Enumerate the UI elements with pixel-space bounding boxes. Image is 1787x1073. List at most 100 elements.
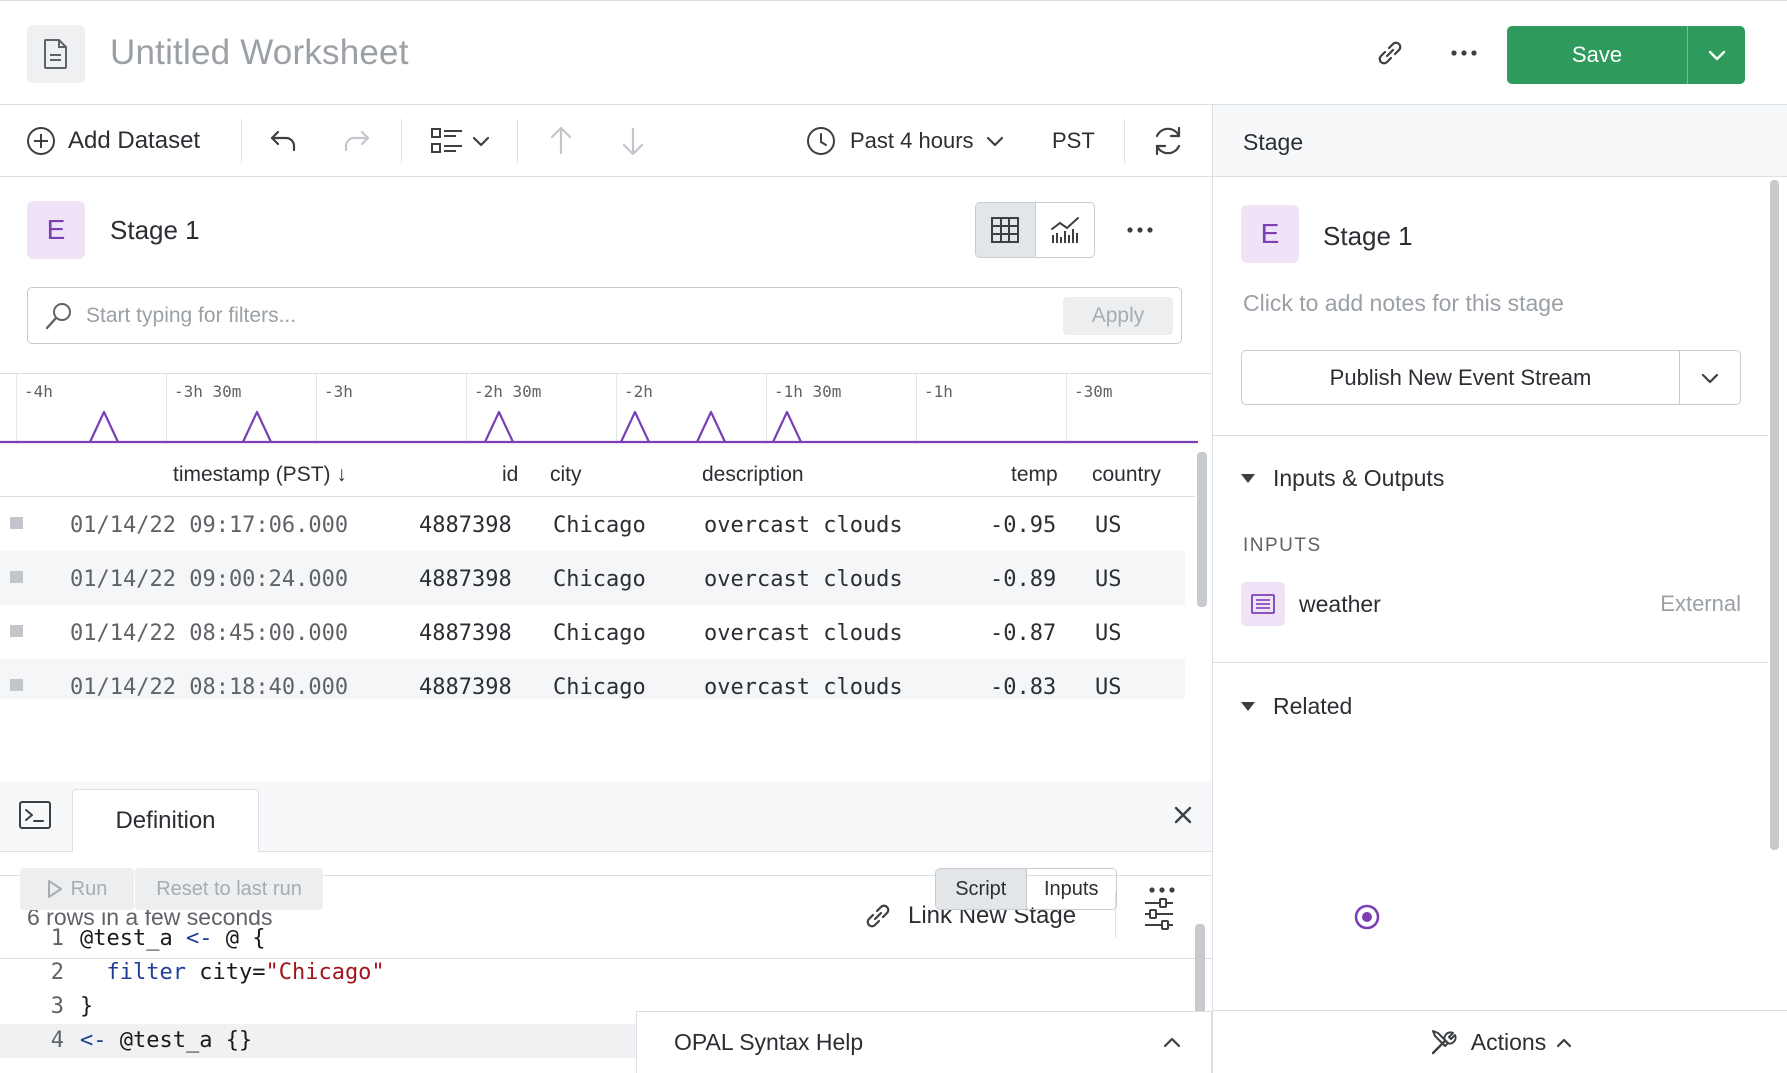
list-layout-icon <box>431 128 462 153</box>
reset-to-last-run-button[interactable]: Reset to last run <box>135 868 323 910</box>
opal-syntax-help-panel[interactable]: OPAL Syntax Help <box>636 1011 1212 1073</box>
definition-tabbar: Definition <box>0 782 1212 853</box>
caret-down-icon <box>1241 702 1255 711</box>
inputs-outputs-section-toggle[interactable]: Inputs & Outputs <box>1241 465 1444 492</box>
share-link-icon[interactable] <box>1370 33 1410 73</box>
refresh-icon[interactable] <box>1151 105 1185 177</box>
code-text: <- @test_a {} <box>80 1028 253 1053</box>
cell-country: US <box>1095 621 1122 646</box>
add-dataset-label: Add Dataset <box>68 127 201 154</box>
dataset-icon <box>1241 582 1285 626</box>
worksheet-title[interactable]: Untitled Worksheet <box>110 33 409 73</box>
target-icon[interactable] <box>1353 903 1381 936</box>
cell-description: overcast clouds <box>704 567 903 592</box>
section-divider <box>1213 435 1768 436</box>
column-header-country[interactable]: country <box>1092 463 1161 487</box>
save-button-group: Save <box>1507 26 1745 84</box>
chevron-up-icon <box>1163 1037 1181 1047</box>
table-row[interactable]: 01/14/22 09:17:06.000 4887398 Chicago ov… <box>0 497 1185 551</box>
definition-more-options-icon[interactable] <box>1142 870 1182 910</box>
tab-definition[interactable]: Definition <box>72 789 259 853</box>
cell-city: Chicago <box>553 513 646 538</box>
cell-city: Chicago <box>553 675 646 699</box>
script-inputs-toggle: Script Inputs <box>935 868 1117 910</box>
code-text: @test_a <- @ { <box>80 926 266 951</box>
cell-country: US <box>1095 513 1122 538</box>
stage-name[interactable]: Stage 1 <box>1323 221 1413 252</box>
chevron-down-icon[interactable] <box>1680 351 1740 404</box>
table-row[interactable]: 01/14/22 08:45:00.000 4887398 Chicago ov… <box>0 605 1185 659</box>
console-icon[interactable] <box>18 799 52 836</box>
search-icon <box>45 302 71 329</box>
more-options-icon[interactable] <box>1444 33 1484 73</box>
tools-icon <box>1431 1030 1457 1055</box>
histogram-spike <box>242 410 272 443</box>
histogram-spike <box>484 410 514 443</box>
close-icon[interactable] <box>1168 800 1198 830</box>
save-options-chevron-down-icon[interactable] <box>1688 26 1745 84</box>
undo-icon[interactable] <box>268 105 300 177</box>
column-header-temp[interactable]: temp <box>1011 463 1058 487</box>
table-scrollbar[interactable] <box>1197 452 1207 607</box>
line-number: 3 <box>50 994 64 1019</box>
related-section-toggle[interactable]: Related <box>1241 693 1352 720</box>
stage-notes-field[interactable]: Click to add notes for this stage <box>1243 290 1564 317</box>
inputs-mode-button[interactable]: Inputs <box>1027 869 1117 909</box>
apply-filter-button[interactable]: Apply <box>1063 296 1173 335</box>
input-dataset-type: External <box>1660 591 1741 616</box>
cell-temp: -0.95 <box>990 513 1057 538</box>
cell-country: US <box>1095 675 1122 699</box>
cell-id: 4887398 <box>419 621 512 646</box>
table-view-icon[interactable] <box>976 203 1036 257</box>
row-marker <box>10 517 23 529</box>
stage-more-options-icon[interactable] <box>1120 210 1160 250</box>
code-text: filter city="Chicago" <box>106 960 385 985</box>
column-header-timestamp[interactable]: timestamp (PST) ↓ <box>173 463 347 487</box>
play-icon <box>47 880 62 898</box>
run-button[interactable]: Run <box>20 868 134 910</box>
event-histogram[interactable]: -4h -3h 30m -3h -2h 30m -2h -1h 30m -1h -30m <box>0 373 1212 445</box>
input-dataset-name: weather <box>1299 590 1381 617</box>
move-up-icon[interactable] <box>547 105 575 177</box>
histogram-spikes <box>0 410 1198 444</box>
actions-button[interactable]: Actions <box>1213 1010 1787 1073</box>
publish-button-group: Publish New Event Stream <box>1241 350 1741 405</box>
cell-country: US <box>1095 567 1122 592</box>
inputs-outputs-label: Inputs & Outputs <box>1273 465 1445 491</box>
input-dataset-row[interactable]: weather External <box>1241 582 1741 626</box>
stage-name[interactable]: Stage 1 <box>110 215 200 246</box>
timezone-selector[interactable]: PST <box>1052 105 1095 177</box>
chart-view-icon[interactable] <box>1036 203 1095 257</box>
cell-id: 4887398 <box>419 675 512 699</box>
table-row[interactable]: 01/14/22 08:18:40.000 4887398 Chicago ov… <box>0 659 1185 699</box>
opal-syntax-help-label: OPAL Syntax Help <box>674 1029 864 1055</box>
column-header-description[interactable]: description <box>702 463 804 487</box>
toolbar-divider <box>401 119 402 163</box>
column-header-id[interactable]: id <box>502 463 518 487</box>
related-label: Related <box>1273 693 1353 719</box>
time-range-picker[interactable]: Past 4 hours <box>806 105 1004 177</box>
add-dataset-button[interactable]: Add Dataset <box>26 105 200 177</box>
code-line: 1 @test_a <- @ { <box>0 922 1195 956</box>
histogram-spike <box>696 410 726 443</box>
move-down-icon[interactable] <box>619 105 647 177</box>
table-row[interactable]: 01/14/22 09:00:24.000 4887398 Chicago ov… <box>0 551 1185 605</box>
run-label: Run <box>70 877 108 900</box>
publish-new-event-stream-button[interactable]: Publish New Event Stream <box>1242 351 1680 404</box>
time-range-label: Past 4 hours <box>850 128 974 153</box>
save-button[interactable]: Save <box>1507 26 1688 84</box>
worksheet-header: Untitled Worksheet Save <box>0 0 1787 105</box>
layout-options-button[interactable] <box>430 105 490 177</box>
line-number: 1 <box>50 926 64 951</box>
column-header-city[interactable]: city <box>550 463 582 487</box>
redo-icon[interactable] <box>340 105 372 177</box>
table-header: timestamp (PST) ↓ id city description te… <box>0 445 1195 497</box>
stage-type-badge: E <box>1241 205 1299 263</box>
code-text: } <box>80 994 94 1019</box>
chevron-down-icon <box>986 136 1003 147</box>
chevron-up-icon <box>1557 1038 1572 1047</box>
cell-description: overcast clouds <box>704 621 903 646</box>
filter-input[interactable] <box>86 303 1063 328</box>
panel-scrollbar[interactable] <box>1770 180 1779 850</box>
script-mode-button[interactable]: Script <box>936 869 1027 909</box>
